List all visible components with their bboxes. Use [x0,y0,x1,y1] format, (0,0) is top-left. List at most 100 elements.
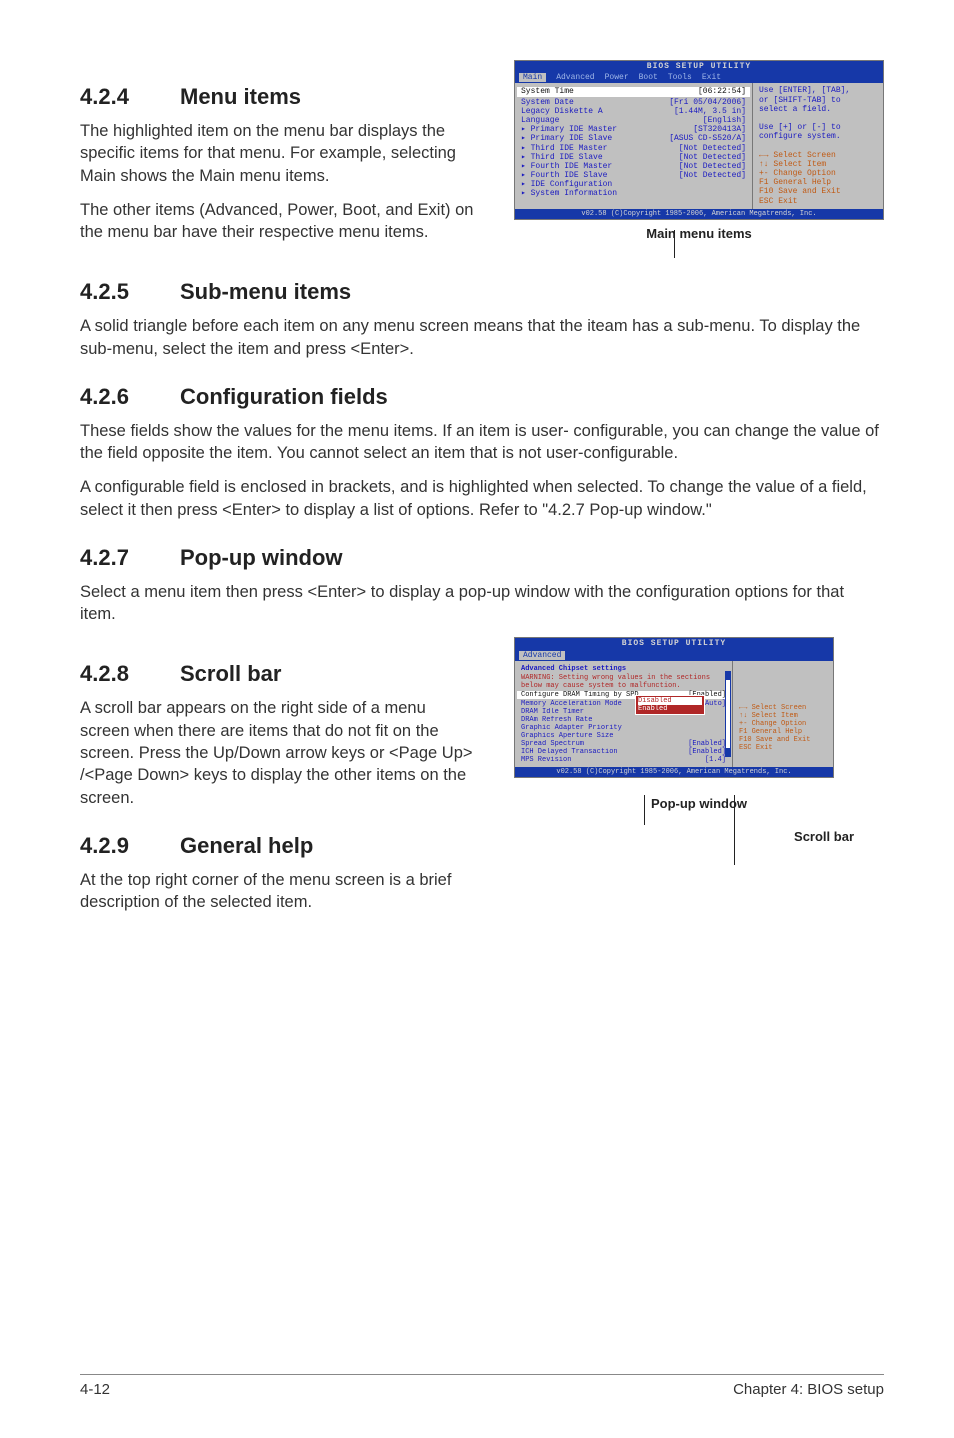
bios-help-line: select a field. [759,105,877,114]
heading-title: Pop-up window [180,545,343,570]
nav-action: Save and Exit [756,736,811,744]
bios-item: System Time [521,87,698,96]
bios-item: ▸ System Information [521,189,746,198]
nav-action: General Help [773,178,831,187]
nav-key: +- [739,720,747,728]
bios-tab-advanced: Advanced [556,73,594,82]
bios-item: ▸ Fourth IDE Slave [521,171,679,180]
bios-main-panel: System Time[06:22:54] System Date[Fri 05… [515,83,753,208]
bios-item: ▸ Primary IDE Slave [521,134,669,143]
nav-action: Select Screen [773,151,835,160]
heading-429: 4.2.9General help [80,833,476,859]
bios-advanced-panel: Advanced Chipset settings WARNING: Setti… [515,661,733,768]
page-footer: 4-12 Chapter 4: BIOS setup [0,1374,954,1398]
popup-option: Disabled [638,697,702,705]
nav-key: ↑↓ [759,160,769,169]
para-424-2: The other items (Advanced, Power, Boot, … [80,199,496,244]
heading-425: 4.2.5Sub-menu items [80,279,884,305]
bios-item: Legacy Diskette A [521,107,674,116]
nav-key: ESC [739,744,752,752]
heading-title: Scroll bar [180,661,281,686]
bios-tab-tools: Tools [668,73,692,82]
nav-key: +- [759,169,769,178]
heading-title: Configuration fields [180,384,388,409]
nav-key: ←→ [739,704,747,712]
bios-value: [Enabled] [688,748,726,756]
chapter-title: Chapter 4: BIOS setup [733,1381,884,1398]
nav-action: Select Item [752,712,798,720]
bios-tab-advanced: Advanced [519,651,565,660]
heading-num: 4.2.8 [80,661,180,687]
bios-menubar: Advanced [515,650,833,661]
bios-value: [Not Detected] [679,162,746,171]
nav-action: Exit [756,744,773,752]
bios-item: Language [521,116,703,125]
bios-item: ▸ Fourth IDE Master [521,162,679,171]
para-426-2: A configurable field is enclosed in brac… [80,476,884,521]
heading-424: 4.2.4Menu items [80,84,496,110]
nav-action: Change Option [773,169,835,178]
callout-line-icon [644,795,645,825]
heading-426: 4.2.6Configuration fields [80,384,884,410]
bios-value: [English] [703,116,746,125]
bios-value: [1.44M, 3.5 in] [674,107,746,116]
para-426-1: These fields show the values for the men… [80,420,884,465]
callout-line-icon [734,795,735,865]
caption-popup: Pop-up window [514,796,884,811]
heading-428: 4.2.8Scroll bar [80,661,476,687]
bios-help-line: or [SHIFT-TAB] to [759,96,877,105]
heading-num: 4.2.4 [80,84,180,110]
para-429-1: At the top right corner of the menu scre… [80,869,476,914]
nav-action: General Help [752,728,802,736]
bios-title: BIOS SETUP UTILITY [515,61,883,72]
bios-item: ▸ Third IDE Master [521,144,679,153]
callout-line-icon [674,230,675,258]
bios-value: [Fri 05/04/2006] [669,98,746,107]
para-427-1: Select a menu item then press <Enter> to… [80,581,884,626]
bios-item: MPS Revision [521,756,705,764]
nav-action: Save and Exit [778,187,840,196]
bios-help-line: Use [ENTER], [TAB], [759,86,877,95]
nav-action: Exit [778,197,797,206]
nav-action: Select Item [773,160,826,169]
bios-tab-boot: Boot [639,73,658,82]
para-424-1: The highlighted item on the menu bar dis… [80,120,496,187]
bios-value: [Not Detected] [679,144,746,153]
bios-help-line: configure system. [759,132,877,141]
bios-item: ▸ IDE Configuration [521,180,746,189]
bios-item: Graphics Aperture Size [521,732,726,740]
bios-item: ▸ Primary IDE Master [521,125,693,134]
heading-num: 4.2.6 [80,384,180,410]
bios-value: [Enabled] [688,740,726,748]
page-number: 4-12 [80,1381,110,1398]
heading-title: General help [180,833,313,858]
bios-help-panel: ←→ Select Screen ↑↓ Select Item +- Chang… [733,661,833,768]
bios-main-screenshot: BIOS SETUP UTILITY Main Advanced Power B… [514,60,884,220]
bios-value: [06:22:54] [698,87,746,96]
caption-scrollbar: Scroll bar [514,829,854,844]
bios-section-heading: Advanced Chipset settings [517,665,730,673]
bios-value: [Not Detected] [679,171,746,180]
bios-caption-main: Main menu items [514,226,884,241]
bios-footer: v02.58 (C)Copyright 1985-2006, American … [515,767,833,777]
bios-tab-exit: Exit [702,73,721,82]
bios-popup-window: Disabled Enabled [635,695,705,715]
bios-help-line: Use [+] or [-] to [759,123,877,132]
nav-action: Change Option [752,720,807,728]
nav-key: F1 [759,178,769,187]
bios-footer: v02.58 (C)Copyright 1985-2006, American … [515,209,883,219]
para-428-1: A scroll bar appears on the right side o… [80,697,476,808]
nav-key: F10 [759,187,773,196]
nav-key: ↑↓ [739,712,747,720]
nav-key: F10 [739,736,752,744]
popup-option: Enabled [638,705,702,713]
bios-advanced-screenshot: BIOS SETUP UTILITY Advanced Advanced Chi… [514,637,834,778]
heading-num: 4.2.7 [80,545,180,571]
bios-value: [ASUS CD-S520/A] [669,134,746,143]
heading-num: 4.2.5 [80,279,180,305]
bios-item: ICH Delayed Transaction [521,748,688,756]
nav-key: ESC [759,197,773,206]
bios-item: Spread Spectrum [521,740,688,748]
heading-title: Menu items [180,84,301,109]
bios-item: Graphic Adapter Priority [521,724,726,732]
